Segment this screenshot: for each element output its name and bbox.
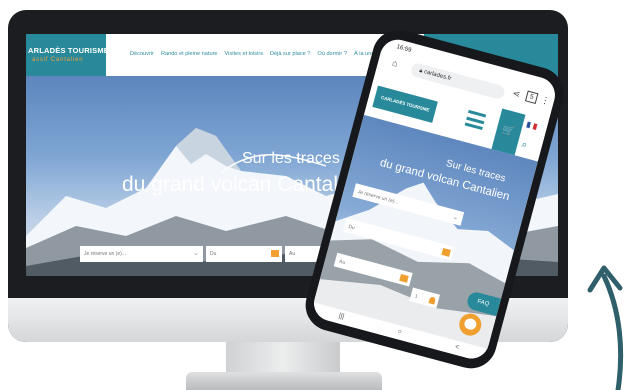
hero-title-line1: Sur les traces <box>242 150 340 167</box>
curved-arrow-icon <box>587 265 624 390</box>
booking-type-select[interactable]: Je réserve un (e)... ⌄ <box>80 246 203 262</box>
search-icon[interactable]: ⌕ <box>520 139 528 151</box>
date-from-field[interactable]: Du <box>206 246 282 262</box>
nav-back-button[interactable]: < <box>453 341 461 356</box>
nav-recents-button[interactable]: ||| <box>337 309 346 324</box>
menu-item-ou-dormir[interactable]: Où dormir ? <box>317 51 347 57</box>
chevron-down-icon: ⌄ <box>451 213 460 222</box>
status-time: 16:59 <box>395 44 412 54</box>
share-icon[interactable]: ⋖ <box>511 88 521 101</box>
desktop-main-menu: Découvrir Rando et pleine nature Visites… <box>130 51 374 57</box>
menu-item-decouvrir[interactable]: Découvrir <box>130 51 154 57</box>
hamburger-menu-icon[interactable] <box>464 109 487 131</box>
messenger-icon <box>463 317 478 331</box>
language-flag-icon[interactable] <box>526 121 538 130</box>
menu-item-rando[interactable]: Rando et pleine nature <box>161 51 218 57</box>
chevron-down-icon: ⌄ <box>193 250 199 257</box>
monitor-stand-base <box>186 372 382 390</box>
phone-logo[interactable]: CARLADÈS TOURISME <box>372 85 438 123</box>
desktop-logo[interactable]: ARLADÈS TOURISME assif Cantalien <box>26 34 109 76</box>
nav-home-button[interactable]: ○ <box>396 325 404 340</box>
menu-item-deja-sur-place[interactable]: Déjà sur place ? <box>270 51 310 57</box>
cart-icon: 🛒 <box>501 124 517 139</box>
logo-title: ARLADÈS TOURISME <box>28 46 109 55</box>
monitor-stand-neck <box>226 342 340 374</box>
calendar-icon <box>441 247 451 257</box>
more-menu-icon[interactable]: ⋮ <box>539 94 551 107</box>
menu-item-visites[interactable]: Visites et loisirs <box>225 51 263 57</box>
person-icon <box>428 296 437 305</box>
calendar-icon <box>271 250 279 257</box>
calendar-icon <box>399 273 409 283</box>
logo-subtitle: assif Cantalien <box>32 57 84 63</box>
tabs-count-icon[interactable]: 5 <box>524 90 539 104</box>
hero-title-line2: du grand volcan Cantalien <box>122 173 367 196</box>
home-icon[interactable]: ⌂ <box>391 58 399 69</box>
